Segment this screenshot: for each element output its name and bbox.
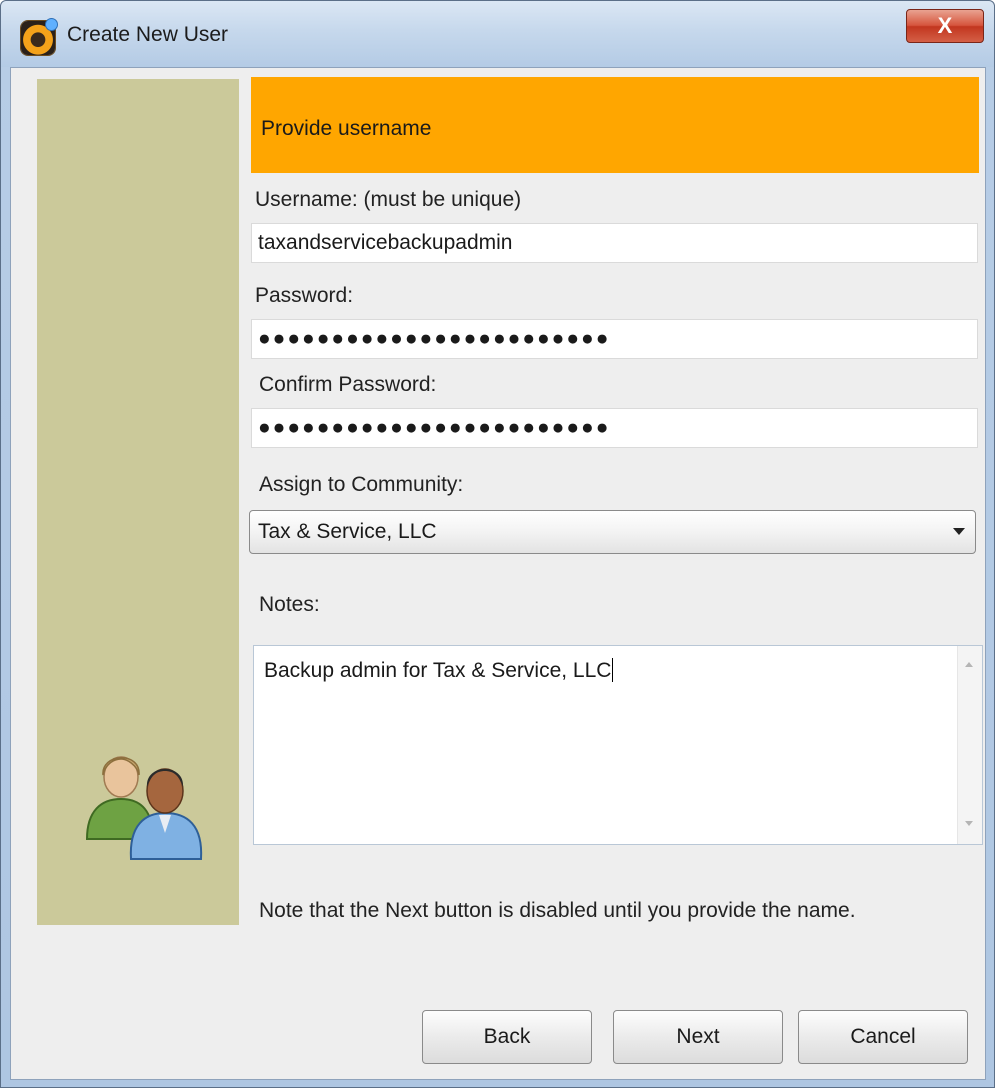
- notes-label: Notes:: [259, 593, 320, 616]
- step-title: Provide username: [261, 117, 432, 140]
- notes-value: Backup admin for Tax & Service, LLC: [264, 659, 612, 682]
- username-field[interactable]: taxandservicebackupadmin: [251, 223, 978, 263]
- confirm-password-field[interactable]: ●●●●●●●●●●●●●●●●●●●●●●●●: [251, 408, 978, 448]
- community-label: Assign to Community:: [259, 473, 464, 496]
- notes-scrollbar[interactable]: [957, 646, 982, 844]
- step-header: Provide username: [251, 77, 979, 173]
- dialog-window: Create New User X Provide username Usern…: [0, 0, 995, 1088]
- notes-textarea[interactable]: Backup admin for Tax & Service, LLC: [253, 645, 983, 845]
- confirm-password-label: Confirm Password:: [259, 373, 437, 396]
- window-title: Create New User: [67, 23, 229, 46]
- password-label: Password:: [255, 284, 354, 307]
- users-icon: [85, 756, 203, 860]
- community-select[interactable]: Tax & Service, LLC: [249, 510, 976, 554]
- app-icon: [21, 19, 57, 55]
- app-icon-badge: [46, 19, 57, 30]
- back-button[interactable]: Back: [422, 1010, 592, 1064]
- side-panel: [37, 79, 239, 925]
- notes-text: Backup admin for Tax & Service, LLC: [264, 658, 614, 683]
- scroll-down-icon[interactable]: [965, 821, 973, 826]
- title-bar[interactable]: Create New User X: [1, 1, 994, 67]
- username-label: Username: (must be unique): [255, 188, 522, 211]
- community-selected-value: Tax & Service, LLC: [258, 520, 437, 543]
- chevron-down-icon[interactable]: [953, 528, 965, 535]
- dialog-body: Provide username Username: (must be uniq…: [10, 67, 986, 1080]
- hint-text: Note that the Next button is disabled un…: [259, 899, 856, 922]
- close-button[interactable]: X: [906, 9, 984, 43]
- scroll-up-icon[interactable]: [965, 662, 973, 667]
- password-field[interactable]: ●●●●●●●●●●●●●●●●●●●●●●●●: [251, 319, 978, 359]
- text-caret: [612, 658, 614, 682]
- next-button[interactable]: Next: [613, 1010, 783, 1064]
- cancel-button[interactable]: Cancel: [798, 1010, 968, 1064]
